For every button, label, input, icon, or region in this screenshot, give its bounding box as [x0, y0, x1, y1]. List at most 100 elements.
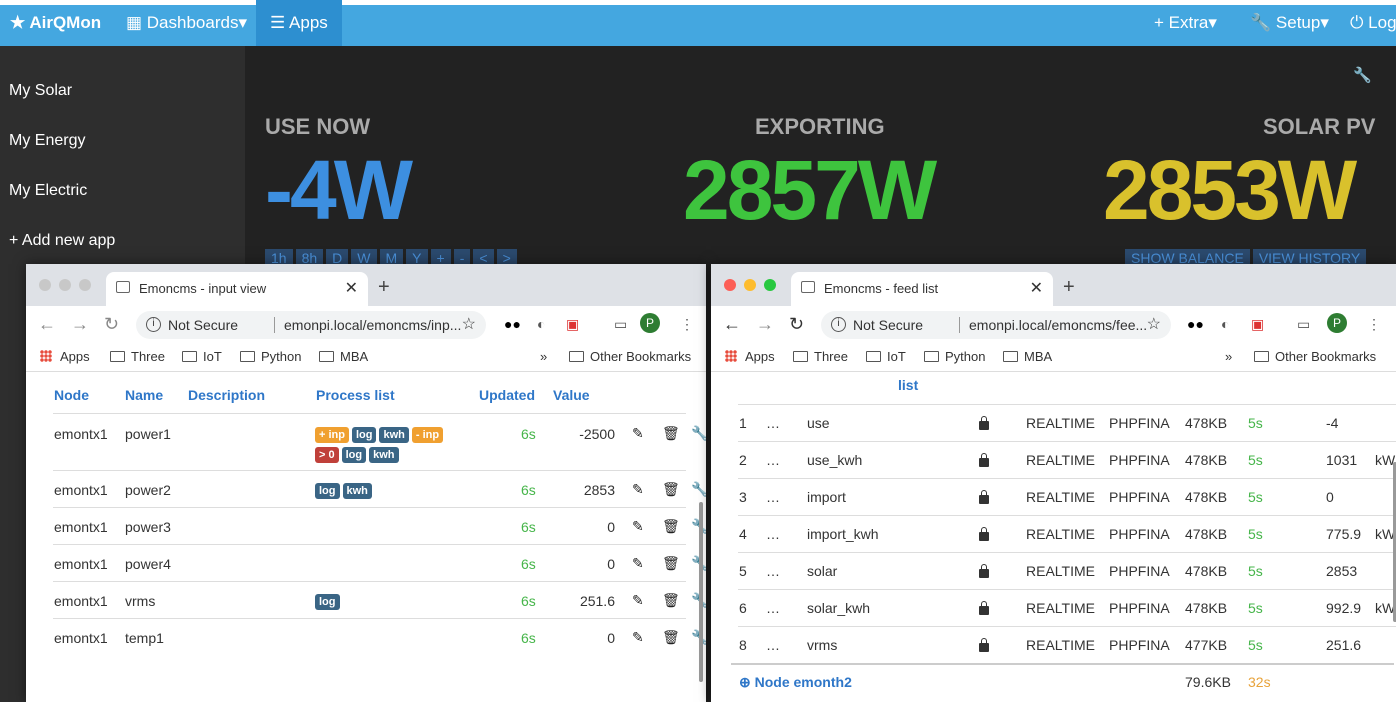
extra-menu[interactable]: + Extra▾ — [1154, 0, 1217, 46]
extension-mask-icon[interactable]: ●● — [1187, 316, 1204, 332]
apps-menu[interactable]: ☰ Apps — [256, 0, 342, 46]
bookmark-python[interactable]: Python — [240, 349, 301, 364]
delete-trash-icon[interactable]: 🗑 — [662, 555, 680, 572]
delete-trash-icon[interactable]: 🗑 — [662, 481, 680, 498]
feed-row[interactable]: 4… import_kwh REALTIME PHPFINA 478KB 5s 775.9 k… — [738, 515, 1396, 552]
bookmark-iot[interactable]: IoT — [182, 349, 222, 364]
menu-kebab-icon[interactable]: ⋮ — [1367, 316, 1381, 333]
forward-icon[interactable]: → — [71, 314, 89, 335]
delete-trash-icon[interactable]: 🗑 — [662, 629, 680, 646]
back-icon[interactable]: ← — [723, 314, 741, 335]
edit-pencil-icon[interactable]: ✎ — [632, 518, 644, 535]
bookmark-three[interactable]: Three — [793, 349, 848, 364]
extension-circle-icon[interactable]: ◐ — [1221, 316, 1229, 332]
table-row[interactable]: emontx1 power2 log kwh 6s 2853 ✎ 🗑 🔧 — [53, 470, 706, 507]
sidebar-item-my-energy[interactable]: My Energy — [9, 132, 85, 150]
minimize-window-button[interactable] — [744, 279, 756, 291]
bookmark-apps[interactable]: Apps — [725, 349, 775, 364]
feed-row[interactable]: 6… solar_kwh REALTIME PHPFINA 478KB 5s 992.9 kW — [738, 589, 1396, 626]
sidebar-item-my-solar[interactable]: My Solar — [9, 82, 72, 100]
sidebar-item-my-electric[interactable]: My Electric — [9, 182, 87, 200]
address-bar[interactable]: i Not Secure emonpi.local/emoncms/fee...… — [821, 311, 1171, 339]
table-row[interactable]: emontx1 temp1 6s 0 ✎ 🗑 🔧 — [53, 618, 706, 655]
dashboards-menu[interactable]: ▦ Dashboards▾ — [126, 0, 247, 46]
close-tab-icon[interactable]: ✕ — [345, 278, 358, 298]
logout-link[interactable]: ⏻ Log — [1350, 0, 1396, 46]
bookmark-star-icon[interactable]: ☆ — [1147, 311, 1161, 339]
back-icon[interactable]: ← — [38, 314, 56, 335]
bookmark-star-icon[interactable]: ☆ — [462, 311, 476, 339]
col-value[interactable]: Value — [553, 387, 590, 403]
address-bar[interactable]: i Not Secure emonpi.local/emoncms/inp...… — [136, 311, 486, 339]
delete-trash-icon[interactable]: 🗑 — [662, 425, 680, 442]
cast-icon[interactable]: ▭ — [614, 316, 627, 333]
more-bookmarks-chevron[interactable]: » — [540, 349, 547, 364]
new-tab-button[interactable]: + — [1063, 276, 1075, 299]
expand-plus-icon[interactable]: ⊕ — [739, 674, 751, 690]
bookmark-mba[interactable]: MBA — [319, 349, 368, 364]
config-wrench-icon[interactable]: 🔧 — [1353, 66, 1372, 84]
minimize-window-button[interactable] — [59, 279, 71, 291]
node-group-header[interactable]: ⊕ Node emonth2 — [739, 674, 852, 691]
edit-pencil-icon[interactable]: ✎ — [632, 481, 644, 498]
info-icon[interactable]: i — [831, 317, 846, 332]
new-tab-button[interactable]: + — [378, 276, 390, 299]
extension-circle-icon[interactable]: ◐ — [537, 316, 545, 332]
info-icon[interactable]: i — [146, 317, 161, 332]
profile-avatar[interactable]: P — [1327, 313, 1347, 333]
other-bookmarks[interactable]: Other Bookmarks — [569, 349, 691, 364]
vertical-scrollbar[interactable] — [699, 502, 703, 682]
tab-feed-list[interactable]: Emoncms - feed list ✕ — [791, 272, 1053, 306]
solar-pv-label: SOLAR PV — [1263, 114, 1376, 139]
tab-input-view[interactable]: Emoncms - input view ✕ — [106, 272, 368, 306]
close-tab-icon[interactable]: ✕ — [1030, 278, 1043, 298]
delete-trash-icon[interactable]: 🗑 — [662, 518, 680, 535]
feed-row[interactable]: 3 … import REALTIME PHPFINA 478KB 5s 0 — [738, 478, 1396, 515]
brand-link[interactable]: ★ AirQMon — [10, 0, 101, 46]
other-bookmarks[interactable]: Other Bookmarks — [1254, 349, 1376, 364]
bookmark-python[interactable]: Python — [924, 349, 985, 364]
reload-icon[interactable]: ↻ — [104, 314, 119, 335]
close-window-button[interactable] — [724, 279, 736, 291]
more-bookmarks-chevron[interactable]: » — [1225, 349, 1232, 364]
close-window-button[interactable] — [39, 279, 51, 291]
table-row[interactable]: emontx1 power1 + inp log kwh - inp > 0 log kw… — [53, 413, 706, 470]
col-process-list[interactable]: Process list — [316, 387, 395, 403]
feed-row[interactable]: 2… use_kwh REALTIME PHPFINA 478KB 5s 1031 kW — [738, 441, 1396, 478]
add-new-app-link[interactable]: + Add new app — [9, 232, 115, 250]
edit-pencil-icon[interactable]: ✎ — [632, 592, 644, 609]
profile-avatar[interactable]: P — [640, 313, 660, 333]
bookmark-iot[interactable]: IoT — [866, 349, 906, 364]
col-name[interactable]: Name — [125, 387, 163, 403]
extension-calendar-icon[interactable]: ▣ — [1251, 316, 1264, 333]
zoom-window-button[interactable] — [79, 279, 91, 291]
col-updated[interactable]: Updated — [479, 387, 535, 403]
forward-icon[interactable]: → — [756, 314, 774, 335]
feed-row[interactable]: 8 … vrms REALTIME PHPFINA 477KB 5s 251.6 — [738, 626, 1396, 663]
reload-icon[interactable]: ↻ — [789, 314, 804, 335]
bookmark-mba[interactable]: MBA — [1003, 349, 1052, 364]
edit-pencil-icon[interactable]: ✎ — [632, 629, 644, 646]
bookmark-apps[interactable]: Apps — [40, 349, 90, 364]
edit-pencil-icon[interactable]: ✎ — [632, 425, 644, 442]
table-row[interactable]: emontx1 power4 6s 0 ✎ 🗑 🔧 — [53, 544, 706, 581]
col-description[interactable]: Description — [188, 387, 265, 403]
extension-calendar-icon[interactable]: ▣ — [566, 316, 579, 333]
table-row[interactable]: emontx1 power3 6s 0 ✎ 🗑 🔧 — [53, 507, 706, 544]
bookmark-three[interactable]: Three — [110, 349, 165, 364]
config-wrench-icon[interactable]: 🔧 — [691, 425, 706, 442]
col-node[interactable]: Node — [54, 387, 89, 403]
edit-pencil-icon[interactable]: ✎ — [632, 555, 644, 572]
feed-row[interactable]: 1 … use REALTIME PHPFINA 478KB 5s -4 — [738, 404, 1396, 441]
zoom-window-button[interactable] — [764, 279, 776, 291]
feed-row[interactable]: 5 … solar REALTIME PHPFINA 478KB 5s 2853 — [738, 552, 1396, 589]
delete-trash-icon[interactable]: 🗑 — [662, 592, 680, 609]
cast-icon[interactable]: ▭ — [1297, 316, 1310, 333]
extension-mask-icon[interactable]: ●● — [504, 316, 521, 332]
menu-kebab-icon[interactable]: ⋮ — [680, 316, 694, 333]
feed-updated-cell: 5s — [1248, 489, 1263, 505]
table-row[interactable]: emontx1 vrms log 6s 251.6 ✎ 🗑 🔧 — [53, 581, 706, 618]
setup-menu[interactable]: 🔧 Setup▾ — [1250, 0, 1329, 46]
config-wrench-icon[interactable]: 🔧 — [691, 481, 706, 498]
col-process-list[interactable]: list — [898, 377, 918, 393]
